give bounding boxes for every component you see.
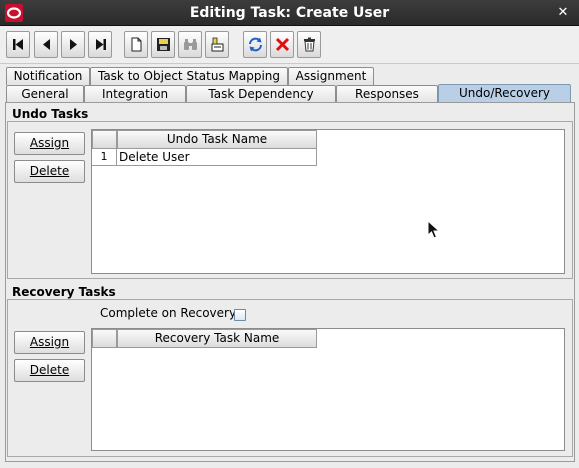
undo-tasks-title: Undo Tasks <box>12 107 93 121</box>
row-number: 1 <box>92 149 117 166</box>
edit-button[interactable] <box>205 31 229 58</box>
close-icon: ✕ <box>557 5 569 20</box>
recovery-task-name-header[interactable]: Recovery Task Name <box>117 329 317 348</box>
tab-label: General <box>21 87 69 101</box>
tab-label: Task Dependency <box>208 87 314 101</box>
recovery-assign-button[interactable]: Assign <box>14 331 85 354</box>
tab-assignment[interactable]: Assignment <box>288 67 374 85</box>
new-icon <box>131 37 142 52</box>
last-record-button[interactable] <box>88 31 112 58</box>
tab-label: Responses <box>355 87 419 101</box>
table-corner-header <box>92 329 117 348</box>
undo-delete-button[interactable]: Delete <box>14 160 85 183</box>
mouse-cursor-icon <box>427 219 441 240</box>
tab-responses[interactable]: Responses <box>336 85 438 103</box>
recovery-assign-label: Assign <box>29 335 70 349</box>
complete-on-recovery-label: Complete on Recovery <box>100 306 237 320</box>
tab-integration[interactable]: Integration <box>84 85 186 103</box>
tab-label: Assignment <box>295 69 367 83</box>
undo-task-name-header[interactable]: Undo Task Name <box>117 130 317 149</box>
previous-record-button[interactable] <box>34 31 58 58</box>
first-record-icon <box>13 39 23 50</box>
next-record-button[interactable] <box>61 31 85 58</box>
delete-icon <box>275 37 290 52</box>
recovery-delete-button[interactable]: Delete <box>14 359 85 382</box>
refresh-icon <box>249 37 262 52</box>
refresh-button[interactable] <box>243 31 267 58</box>
undo-delete-label: Delete <box>29 164 70 178</box>
delete-button[interactable] <box>270 31 294 58</box>
save-button[interactable] <box>151 31 175 58</box>
tab-undo-recovery[interactable]: Undo/Recovery <box>438 84 571 103</box>
trash-button[interactable] <box>297 31 321 58</box>
undo-assign-button[interactable]: Assign <box>14 132 85 155</box>
recovery-tasks-title: Recovery Tasks <box>12 285 120 299</box>
undo-assign-label: Assign <box>29 136 70 150</box>
find-button[interactable] <box>178 31 202 58</box>
edit-icon <box>211 37 224 52</box>
tab-task-dependency[interactable]: Task Dependency <box>186 85 336 103</box>
tab-general[interactable]: General <box>6 85 84 103</box>
first-record-button[interactable] <box>6 31 30 58</box>
find-icon <box>184 39 197 50</box>
close-window-button[interactable]: ✕ <box>555 5 571 21</box>
new-button[interactable] <box>124 31 148 58</box>
trash-icon <box>304 37 315 52</box>
recovery-delete-label: Delete <box>29 363 70 377</box>
complete-on-recovery-checkbox[interactable] <box>234 309 246 321</box>
window-title: Editing Task: Create User <box>189 5 390 21</box>
tab-label: Undo/Recovery <box>458 86 551 100</box>
tab-notification[interactable]: Notification <box>6 67 90 85</box>
previous-record-icon <box>43 39 50 50</box>
save-icon <box>157 38 170 51</box>
last-record-icon <box>96 39 106 50</box>
tab-label: Notification <box>13 69 83 83</box>
tab-label: Task to Object Status Mapping <box>97 69 281 83</box>
table-row[interactable]: Delete User <box>117 149 317 166</box>
tab-label: Integration <box>101 87 169 101</box>
next-record-icon <box>70 39 77 50</box>
table-corner-header <box>92 130 117 149</box>
tab-task-to-object-status-mapping[interactable]: Task to Object Status Mapping <box>90 67 288 85</box>
